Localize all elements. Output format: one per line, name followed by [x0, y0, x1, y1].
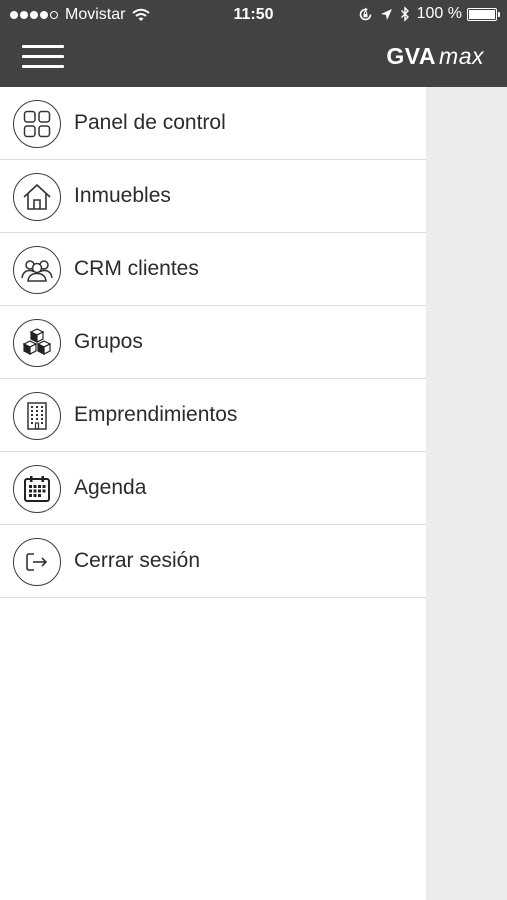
menu-item-label: Grupos — [74, 330, 143, 353]
menu-item-panel-de-control[interactable]: Panel de control — [0, 87, 426, 160]
app-header: GVA max — [0, 30, 507, 87]
menu-item-agenda[interactable]: Agenda — [0, 452, 426, 525]
menu-item-label: CRM clientes — [74, 257, 199, 280]
battery-icon — [467, 7, 500, 21]
content-backdrop[interactable] — [426, 87, 507, 900]
menu-item-grupos[interactable]: Grupos — [0, 306, 426, 379]
carrier-name: Movistar — [65, 6, 126, 23]
menu-item-label: Emprendimientos — [74, 403, 238, 426]
status-bar-right: 100 % — [351, 5, 500, 23]
people-group-icon — [13, 246, 61, 294]
location-arrow-icon — [380, 8, 393, 21]
cubes-icon — [13, 319, 61, 367]
hamburger-menu-icon[interactable] — [22, 43, 64, 73]
app-logo: GVA max — [386, 43, 484, 70]
menu-item-cerrar-sesion[interactable]: Cerrar sesión — [0, 525, 426, 598]
wifi-icon — [132, 8, 151, 22]
menu-item-label: Agenda — [74, 476, 147, 499]
menu-item-label: Cerrar sesión — [74, 549, 201, 572]
side-drawer: Panel de control Inmuebles CRM clientes — [0, 87, 426, 900]
signal-dots-icon — [10, 11, 60, 19]
status-bar: Movistar 11:50 100 % — [0, 0, 507, 30]
menu-item-emprendimientos[interactable]: Emprendimientos — [0, 379, 426, 452]
dashboard-grid-icon — [13, 100, 61, 148]
bluetooth-icon — [400, 6, 410, 22]
house-icon — [13, 173, 61, 221]
status-bar-left: Movistar — [10, 6, 151, 24]
menu-item-label: Inmuebles — [74, 184, 171, 207]
menu-item-inmuebles[interactable]: Inmuebles — [0, 160, 426, 233]
menu-item-crm-clientes[interactable]: CRM clientes — [0, 233, 426, 306]
building-icon — [13, 392, 61, 440]
battery-percentage: 100 % — [416, 5, 462, 22]
orientation-lock-icon — [358, 7, 373, 22]
calendar-icon — [13, 465, 61, 513]
menu-item-label: Panel de control — [74, 111, 226, 134]
logout-icon — [13, 538, 61, 586]
logo-text-bold: GVA — [386, 43, 437, 69]
logo-text-italic: max — [439, 43, 484, 69]
